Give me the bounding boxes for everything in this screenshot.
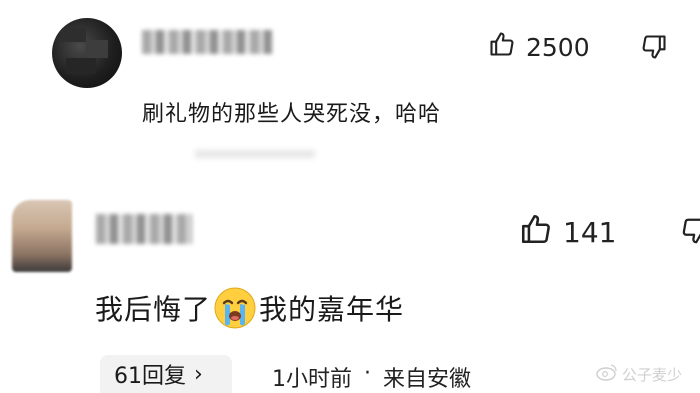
replies-button[interactable]: 61回复 › [100,355,232,393]
avatar[interactable] [12,200,72,272]
comment-text-part: 我的嘉年华 [259,293,405,326]
watermark-text: 公子麦少 [622,365,683,384]
username-blurred[interactable] [96,214,192,244]
avatar-blur-block [86,40,108,58]
like-button[interactable]: 2500 [488,30,590,64]
thumbs-down-icon [680,218,700,250]
watermark: 公子麦少 [596,363,682,385]
avatar-blur-block [66,58,96,74]
weibo-icon [596,363,618,385]
separator: · [364,361,371,386]
comment-meta: 1小时前 · 来自安徽 [272,361,471,393]
username-blurred[interactable] [142,30,272,54]
avatar-blur-block [60,28,86,42]
thumbs-up-icon [488,30,516,64]
reply-count: 61回复 [114,364,186,389]
like-count: 2500 [526,32,590,62]
like-button[interactable]: 141 [519,212,616,253]
comment-text-part: 我后悔了 [95,293,212,326]
thumbs-down-icon [640,35,668,65]
chevron-right-icon: › [194,361,203,387]
comment-text: 刷礼物的那些人哭死没，哈哈 [142,102,442,127]
comment-text: 我后悔了 我的嘉年华 [95,286,404,330]
thumbs-up-icon [519,212,553,253]
timestamp: 1小时前 [272,367,352,392]
avatar[interactable] [52,18,122,88]
crying-face-icon [213,286,257,330]
dislike-button[interactable] [680,216,700,250]
blurred-artifact [195,150,315,158]
dislike-button[interactable] [640,33,668,65]
like-count: 141 [563,216,617,249]
comment-footer: 61回复 › 1小时前 · 来自安徽 公子麦少 [0,355,700,393]
location: 来自安徽 [383,367,472,392]
